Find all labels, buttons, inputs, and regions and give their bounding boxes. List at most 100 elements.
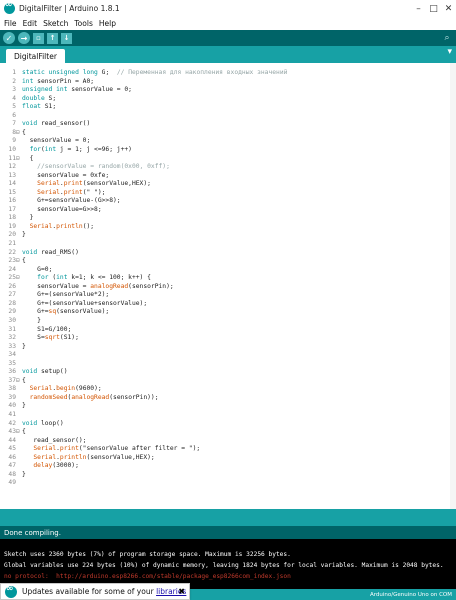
window-title: DigitalFilter | Arduino 1.8.1 bbox=[19, 4, 120, 13]
close-icon[interactable]: ✕ bbox=[441, 0, 456, 17]
line-number: 33 bbox=[8, 342, 16, 350]
line-number: 15 bbox=[8, 188, 16, 196]
line-number: 23 bbox=[8, 257, 16, 265]
console-line: Sketch uses 2360 bytes (7%) of program s… bbox=[4, 551, 291, 558]
console-line: no protocol: http://arduino.esp8266.com/… bbox=[4, 573, 291, 580]
line-number: 6 bbox=[12, 111, 16, 119]
fold-icon[interactable]: ⊟ bbox=[16, 129, 20, 136]
close-notification-icon[interactable]: ✖ bbox=[178, 587, 185, 596]
code-text: { bbox=[22, 376, 26, 384]
board-port-label: Arduino/Genuino Uno on COM bbox=[369, 591, 452, 598]
line-number: 47 bbox=[8, 462, 16, 470]
code-text: sensorValue = 0xfe; bbox=[22, 171, 110, 179]
line-number: 4 bbox=[12, 94, 16, 102]
menu-sketch[interactable]: Sketch bbox=[43, 19, 68, 28]
code-text: randomSeed(analogRead(sensorPin)); bbox=[29, 393, 159, 401]
line-number: 34 bbox=[8, 351, 16, 359]
line-number: 12 bbox=[8, 163, 16, 171]
console-output: Sketch uses 2360 bytes (7%) of program s… bbox=[0, 539, 456, 589]
line-number: 39 bbox=[8, 393, 16, 401]
line-number: 11 bbox=[8, 154, 16, 162]
menu-edit[interactable]: Edit bbox=[23, 19, 38, 28]
code-text: Serial.print(sensorValue,HEX); bbox=[37, 180, 151, 188]
code-text: void loop() bbox=[22, 419, 64, 427]
tab-digitalfilter[interactable]: DigitalFilter bbox=[6, 49, 65, 63]
line-number: 10 bbox=[8, 145, 16, 153]
code-text: G=0; bbox=[22, 265, 53, 273]
line-number: 19 bbox=[8, 222, 16, 230]
serial-monitor-icon[interactable]: ⌕ bbox=[441, 32, 453, 44]
code-text: float S1; bbox=[22, 103, 57, 111]
code-text: delay(3000); bbox=[33, 462, 79, 470]
code-text: double S; bbox=[22, 94, 57, 102]
code-text: G+=sq(sensorValue); bbox=[22, 308, 110, 316]
tab-bar: DigitalFilter ▾ bbox=[0, 46, 456, 63]
fold-icon[interactable]: ⊟ bbox=[16, 377, 20, 384]
code-text: void read_sensor() bbox=[22, 120, 91, 128]
fold-icon[interactable]: ⊟ bbox=[16, 155, 20, 162]
code-text: { bbox=[22, 128, 26, 136]
line-number: 13 bbox=[8, 171, 16, 179]
verify-button[interactable]: ✓ bbox=[3, 32, 15, 44]
line-number: 43 bbox=[8, 428, 16, 436]
line-number: 17 bbox=[8, 205, 16, 213]
line-number: 26 bbox=[8, 282, 16, 290]
save-button[interactable]: ↓ bbox=[61, 32, 72, 44]
maximize-icon[interactable]: □ bbox=[426, 0, 441, 17]
line-number: 21 bbox=[8, 240, 16, 247]
code-text: sensorValue = 0; bbox=[22, 137, 91, 145]
status-message: Done compiling. bbox=[0, 526, 456, 539]
line-number: 24 bbox=[8, 265, 16, 273]
line-number: 18 bbox=[8, 214, 16, 222]
fold-icon[interactable]: ⊟ bbox=[16, 428, 20, 435]
code-text: sensorValue = analogRead(sensorPin); bbox=[22, 282, 174, 290]
line-number: 27 bbox=[8, 291, 16, 299]
line-number: 48 bbox=[8, 470, 16, 478]
code-text: static unsigned long G; // Переменная дл… bbox=[22, 69, 288, 76]
line-number: 9 bbox=[12, 137, 16, 145]
tab-menu-icon[interactable]: ▾ bbox=[447, 47, 452, 57]
line-number: 16 bbox=[8, 197, 16, 205]
line-number: 41 bbox=[8, 411, 16, 418]
line-number: 37 bbox=[8, 376, 16, 384]
code-text: } bbox=[22, 316, 41, 324]
code-text: unsigned int sensorValue = 0; bbox=[22, 86, 132, 94]
line-number: 22 bbox=[8, 248, 16, 256]
code-text: Serial.print("sensorValue after filter =… bbox=[33, 445, 201, 453]
fold-icon[interactable]: ⊟ bbox=[16, 257, 20, 264]
editor-scrollbar[interactable] bbox=[450, 63, 456, 509]
fold-icon[interactable]: ⊟ bbox=[16, 274, 20, 281]
open-button[interactable]: ↑ bbox=[47, 32, 58, 44]
menu-file[interactable]: File bbox=[4, 19, 17, 28]
minimize-icon[interactable]: – bbox=[411, 0, 426, 17]
code-text: G+=sensorValue-(G>>8); bbox=[22, 197, 121, 205]
new-button[interactable]: ▫ bbox=[33, 32, 44, 44]
console-line: Global variables use 224 bytes (10%) of … bbox=[4, 562, 444, 569]
line-number: 7 bbox=[12, 120, 16, 128]
code-text: int sensorPin = A0; bbox=[22, 77, 95, 85]
menu-help[interactable]: Help bbox=[99, 19, 116, 28]
code-line[interactable]: 49 bbox=[0, 478, 456, 487]
upload-button[interactable]: → bbox=[18, 32, 30, 44]
line-number: 49 bbox=[8, 479, 16, 487]
code-text: S=sqrt(S1); bbox=[22, 334, 79, 342]
code-text: for (int k=1; k <= 100; k++) { bbox=[37, 274, 151, 282]
code-text: S1=G/100; bbox=[22, 325, 72, 333]
line-number: 44 bbox=[8, 436, 16, 444]
notification-text: Updates available for some of your libra… bbox=[22, 587, 186, 596]
code-editor[interactable]: 1 static unsigned long G; // Переменная д… bbox=[0, 63, 456, 509]
code-text: sensorValue=G>>8; bbox=[22, 205, 102, 213]
menu-tools[interactable]: Tools bbox=[74, 19, 92, 28]
editor-console-divider[interactable] bbox=[0, 509, 456, 526]
code-text: for(int j = 1; j <=96; j++) bbox=[29, 145, 132, 153]
code-text: read_sensor(); bbox=[22, 436, 87, 444]
title-bar: DigitalFilter | Arduino 1.8.1 – □ ✕ bbox=[0, 0, 456, 17]
code-text: Serial.println(); bbox=[29, 222, 95, 230]
line-number: 46 bbox=[8, 453, 16, 461]
line-number: 45 bbox=[8, 445, 16, 453]
toolbar: ✓ → ▫ ↑ ↓ ⌕ bbox=[0, 30, 456, 46]
line-number: 42 bbox=[8, 419, 16, 427]
code-text: Serial.println(sensorValue,HEX); bbox=[33, 453, 155, 461]
code-text: G+=(sensorValue+sensorValue); bbox=[22, 299, 148, 307]
code-text: } bbox=[22, 402, 26, 410]
